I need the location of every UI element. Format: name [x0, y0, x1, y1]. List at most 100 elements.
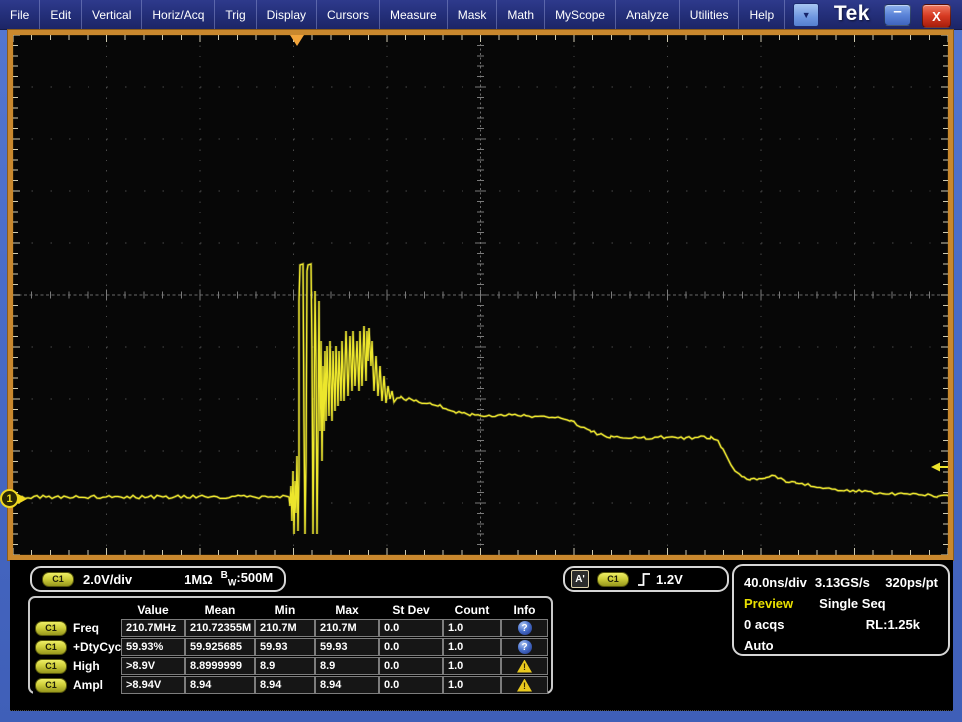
trigger-level: 1.2V [656, 572, 683, 587]
rising-edge-icon [637, 571, 651, 588]
measurement-max: 8.94 [315, 676, 379, 694]
minimize-button[interactable]: – [884, 4, 911, 26]
chevron-down-icon: ▼ [802, 10, 811, 20]
waveform-plot [13, 35, 948, 555]
minimize-icon: – [893, 7, 901, 17]
menu-bar: FileEditVerticalHoriz/AcqTrigDisplayCurs… [0, 0, 962, 30]
tek-logo: Tek [834, 2, 870, 26]
menu-item-cursors[interactable]: Cursors [317, 0, 380, 29]
measurement-label: C1 Ampl [33, 676, 121, 694]
measurement-stdev: 0.0 [379, 676, 443, 694]
measurement-mean: 59.925685 [185, 638, 255, 656]
column-header-st-dev: St Dev [379, 600, 443, 619]
measurement-table: ValueMeanMinMaxSt DevCountInfo C1 Freq 210.… [28, 596, 553, 694]
channel1-number: 1 [0, 489, 19, 508]
column-header-mean: Mean [185, 600, 255, 619]
menu-item-analyze[interactable]: Analyze [616, 0, 680, 29]
column-header-count: Count [443, 600, 501, 619]
warning-triangle-icon[interactable]: ! [517, 679, 532, 692]
measurement-info-cell[interactable]: ! [501, 657, 548, 675]
vertical-scale: 2.0V/div [83, 572, 132, 587]
measurement-label: C1 High [33, 657, 121, 675]
trigger-readout[interactable]: A' C1 1.2V [563, 566, 729, 592]
measurement-name: +DtyCyc [73, 640, 121, 654]
measurement-min: 8.94 [255, 676, 315, 694]
measurement-count: 1.0 [443, 638, 501, 656]
preview-status: Preview [744, 596, 793, 611]
channel1-badge: C1 [42, 572, 74, 587]
acquisition-count: 0 acqs [744, 617, 784, 632]
measurement-value: 59.93% [121, 638, 185, 656]
measurement-min: 59.93 [255, 638, 315, 656]
menu-item-mask[interactable]: Mask [448, 0, 498, 29]
record-length: RL:1.25k [866, 617, 920, 632]
resolution: 320ps/pt [885, 575, 938, 590]
menu-item-math[interactable]: Math [497, 0, 545, 29]
close-button[interactable]: X [922, 4, 951, 28]
trigger-level-arrow[interactable] [930, 460, 948, 478]
measurement-info-cell[interactable]: ! [501, 676, 548, 694]
measurement-name: Ampl [73, 678, 103, 692]
measurement-stdev: 0.0 [379, 657, 443, 675]
menu-item-vertical[interactable]: Vertical [82, 0, 142, 29]
menu-item-help[interactable]: Help [739, 0, 785, 29]
graticule-frame [8, 30, 953, 560]
measurement-name: High [73, 659, 100, 673]
table-corner [33, 600, 121, 619]
measurement-name: Freq [73, 621, 99, 635]
measurement-mean: 210.72355M [185, 619, 255, 637]
measurement-info-cell[interactable]: ? [501, 638, 548, 656]
measurement-min: 8.9 [255, 657, 315, 675]
measurement-max: 59.93 [315, 638, 379, 656]
close-icon: X [932, 9, 941, 24]
channel1-position-marker[interactable]: 1 [0, 489, 27, 508]
menu-dropdown-button[interactable]: ▼ [793, 3, 819, 27]
trigger-channel-badge: C1 [597, 572, 629, 587]
channel-badge: C1 [35, 659, 67, 674]
measurement-value: >8.94V [121, 676, 185, 694]
info-question-icon[interactable]: ? [518, 640, 532, 654]
trigger-mode: Auto [744, 638, 774, 653]
column-header-min: Min [255, 600, 315, 619]
measurement-count: 1.0 [443, 676, 501, 694]
trigger-source-badge: A' [571, 570, 589, 588]
menu-item-measure[interactable]: Measure [380, 0, 448, 29]
warning-triangle-icon[interactable]: ! [517, 660, 532, 673]
channel-badge: C1 [35, 678, 67, 693]
column-header-info: Info [501, 600, 548, 619]
horizontal-scale: 40.0ns/div [744, 575, 807, 590]
measurement-value: 210.7MHz [121, 619, 185, 637]
menu-item-utilities[interactable]: Utilities [680, 0, 740, 29]
menu-item-trig[interactable]: Trig [215, 0, 256, 29]
bandwidth-readout: BW:500M [221, 570, 274, 588]
input-impedance: 1MΩ [184, 572, 212, 587]
menu-item-display[interactable]: Display [257, 0, 317, 29]
measurement-min: 210.7M [255, 619, 315, 637]
acquisition-mode: Single Seq [819, 596, 885, 611]
measurement-label: C1 +DtyCyc [33, 638, 121, 656]
measurement-count: 1.0 [443, 657, 501, 675]
channel1-readout[interactable]: C1 2.0V/div 1MΩ BW:500M [30, 566, 286, 592]
column-header-max: Max [315, 600, 379, 619]
menu-item-horiz-acq[interactable]: Horiz/Acq [142, 0, 215, 29]
measurement-label: C1 Freq [33, 619, 121, 637]
menu-item-edit[interactable]: Edit [40, 0, 82, 29]
channel1-arrow-icon [18, 494, 27, 504]
measurement-count: 1.0 [443, 619, 501, 637]
channel-badge: C1 [35, 640, 67, 655]
measurement-stdev: 0.0 [379, 619, 443, 637]
measurement-mean: 8.8999999 [185, 657, 255, 675]
channel-badge: C1 [35, 621, 67, 636]
horizontal-readout[interactable]: 40.0ns/div 3.13GS/s 320ps/pt Preview Sin… [732, 564, 950, 656]
column-header-value: Value [121, 600, 185, 619]
measurement-max: 210.7M [315, 619, 379, 637]
measurement-max: 8.9 [315, 657, 379, 675]
measurement-value: >8.9V [121, 657, 185, 675]
info-question-icon[interactable]: ? [518, 621, 532, 635]
measurement-stdev: 0.0 [379, 638, 443, 656]
menu-item-myscope[interactable]: MyScope [545, 0, 616, 29]
measurement-mean: 8.94 [185, 676, 255, 694]
measurement-info-cell[interactable]: ? [501, 619, 548, 637]
menu-item-file[interactable]: File [0, 0, 40, 29]
trigger-position-marker[interactable] [290, 35, 304, 46]
